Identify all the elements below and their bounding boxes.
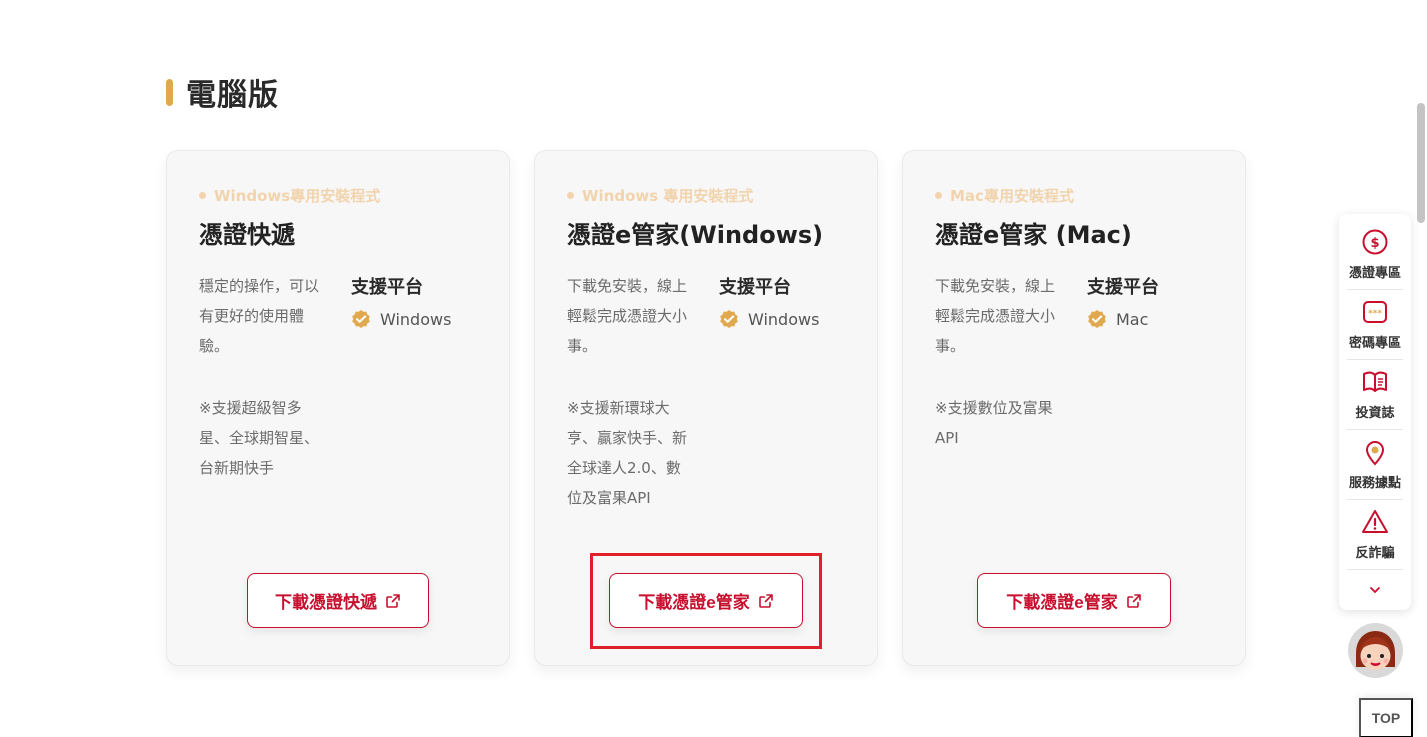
external-link-icon xyxy=(386,593,400,608)
verified-badge-icon xyxy=(720,310,738,328)
card-title: 憑證e管家(Windows) xyxy=(567,221,824,249)
external-link-icon xyxy=(1126,593,1141,608)
side-item-label: 服務據點 xyxy=(1348,476,1401,491)
card-description: 下載免安裝，線上輕鬆完成憑證大小事。 xyxy=(567,277,688,355)
card-tag: Mac專用安裝程式 xyxy=(935,185,1074,206)
side-item-label: 憑證專區 xyxy=(1348,266,1401,281)
download-card-1: Windows專用安裝程式 憑證快遞 穩定的操作，可以有更好的使用體驗。 ※支援… xyxy=(166,150,510,666)
card-support-note: ※支援數位及富果API xyxy=(935,399,1053,447)
side-item-anti-fraud[interactable]: 反詐騙 xyxy=(1347,500,1403,570)
side-item-password[interactable]: *** 密碼專區 xyxy=(1347,290,1403,360)
section-header: 電腦版 xyxy=(166,74,279,113)
password-icon: *** xyxy=(1363,301,1387,323)
verified-badge-icon xyxy=(1088,310,1106,328)
download-button[interactable]: 下載憑證快遞 xyxy=(247,573,429,628)
chevron-down-icon xyxy=(1370,587,1380,594)
card-support-note: ※支援新環球大亨、贏家快手、新全球達人2.0、數位及富果API xyxy=(567,399,688,507)
scroll-thumb[interactable] xyxy=(1417,103,1425,223)
side-menu: $ 憑證專區 *** 密碼專區 投資誌 服務據點 反詐騙 xyxy=(1339,214,1411,610)
card-tag: Windows 專用安裝程式 xyxy=(567,185,753,206)
download-button[interactable]: 下載憑證e管家 xyxy=(977,573,1171,628)
side-item-label: 反詐騙 xyxy=(1355,546,1395,561)
side-item-certificate[interactable]: $ 憑證專區 xyxy=(1347,220,1403,290)
book-icon xyxy=(1363,371,1387,392)
verified-badge-icon xyxy=(352,310,370,328)
page-title: 電腦版 xyxy=(186,78,279,113)
title-accent-bar xyxy=(166,78,173,106)
platform-item: Mac xyxy=(1087,309,1148,329)
highlight-box xyxy=(590,553,822,649)
side-item-label: 密碼專區 xyxy=(1348,336,1401,351)
card-description: 穩定的操作，可以有更好的使用體驗。 xyxy=(199,277,320,355)
download-card-3: Mac專用安裝程式 憑證e管家 (Mac) 下載免安裝，線上輕鬆完成憑證大小事。… xyxy=(902,150,1246,666)
card-title: 憑證快遞 xyxy=(199,221,295,249)
warning-icon xyxy=(1362,510,1388,533)
platform-item: Windows xyxy=(719,309,819,329)
platform-item: Windows xyxy=(351,309,451,329)
card-title: 憑證e管家 (Mac) xyxy=(935,221,1132,249)
side-item-magazine[interactable]: 投資誌 xyxy=(1347,360,1403,430)
side-item-label: 投資誌 xyxy=(1355,406,1395,421)
platform-heading: 支援平台 xyxy=(719,277,791,298)
svg-text:$: $ xyxy=(1370,236,1379,251)
page-scrollbar[interactable] xyxy=(1415,0,1425,737)
card-tag: Windows專用安裝程式 xyxy=(199,185,380,206)
svg-text:***: *** xyxy=(1368,309,1382,319)
platform-heading: 支援平台 xyxy=(1087,277,1159,298)
dollar-coin-icon: $ xyxy=(1362,229,1388,255)
avatar-face-icon xyxy=(1348,623,1403,678)
side-menu-expand[interactable] xyxy=(1347,576,1403,604)
card-description: 下載免安裝，線上輕鬆完成憑證大小事。 xyxy=(935,277,1056,355)
side-item-locations[interactable]: 服務據點 xyxy=(1347,430,1403,500)
platform-heading: 支援平台 xyxy=(351,277,423,298)
card-support-note: ※支援超級智多星、全球期智星、台新期快手 xyxy=(199,399,320,477)
assistant-avatar[interactable] xyxy=(1348,623,1403,678)
back-to-top-button[interactable]: TOP xyxy=(1359,698,1413,737)
location-pin-icon xyxy=(1365,441,1385,466)
